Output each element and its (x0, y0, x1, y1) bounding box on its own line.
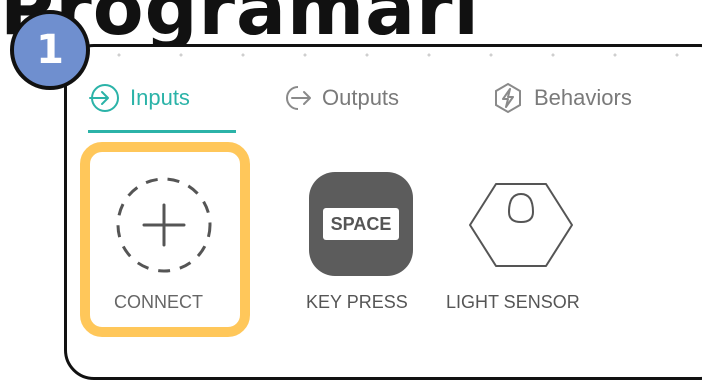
keycap-text: SPACE (323, 208, 399, 240)
key-press-label: KEY PRESS (306, 292, 408, 312)
light-sensor-icon[interactable] (466, 180, 576, 270)
light-sensor-label: LIGHT SENSOR (446, 292, 580, 312)
keycap-icon[interactable]: SPACE (309, 172, 413, 276)
dashed-plus-icon[interactable] (114, 175, 214, 275)
input-arrow-icon (89, 84, 119, 112)
output-arrow-icon (286, 86, 311, 110)
dot-grid-background (70, 48, 702, 62)
tab-outputs-label: Outputs (322, 85, 400, 110)
active-tab-indicator (88, 130, 236, 133)
tab-outputs[interactable]: Outputs (278, 82, 399, 114)
step-number-badge: 1 (10, 10, 90, 90)
connect-label: CONNECT (114, 292, 203, 312)
tab-inputs-label: Inputs (130, 85, 190, 110)
tab-inputs[interactable]: Inputs (88, 82, 190, 114)
tab-behaviors-label: Behaviors (534, 85, 632, 110)
lightning-bolt-icon (495, 82, 521, 114)
tab-behaviors[interactable]: Behaviors (492, 82, 632, 114)
